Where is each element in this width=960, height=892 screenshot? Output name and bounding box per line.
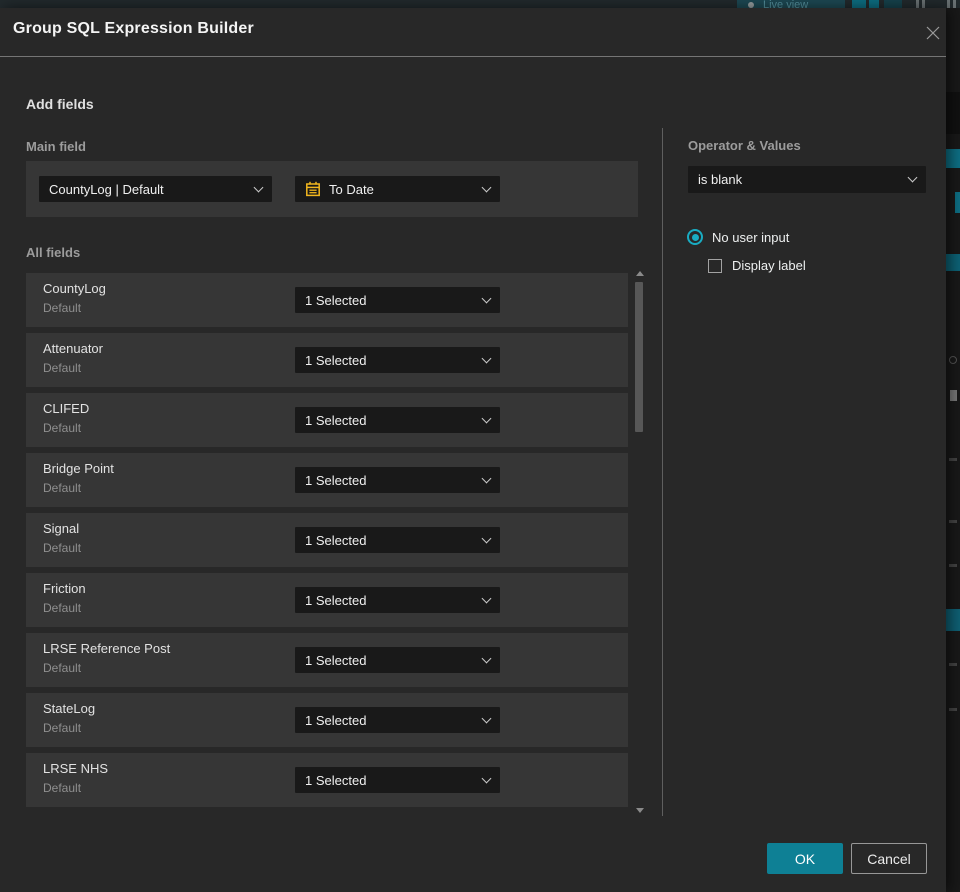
- field-subtitle: Default: [43, 601, 82, 615]
- chevron-down-icon: [907, 172, 918, 183]
- field-selected-dropdown[interactable]: 1 Selected: [295, 527, 500, 553]
- background-panel-fragment: [955, 192, 960, 213]
- field-subtitle: Default: [43, 421, 82, 435]
- field-subtitle: Default: [43, 661, 82, 675]
- column-divider: [662, 128, 663, 816]
- field-row: CountyLog Default 1 Selected: [26, 273, 628, 327]
- display-label-checkbox[interactable]: Display label: [708, 258, 806, 273]
- field-name: Attenuator: [43, 341, 103, 356]
- main-field-panel: CountyLog | Default To Date: [26, 161, 638, 217]
- all-fields-list: CountyLog Default 1 Selected Attenuator …: [26, 273, 628, 813]
- live-view-toggle[interactable]: Live view: [737, 0, 845, 8]
- field-row: Friction Default 1 Selected: [26, 573, 628, 627]
- background-panel-fragment: [946, 149, 960, 168]
- background-panel-fragment: [949, 708, 957, 711]
- chevron-down-icon: [481, 533, 492, 543]
- field-name: LRSE Reference Post: [43, 641, 171, 656]
- field-selected-dropdown[interactable]: 1 Selected: [295, 407, 500, 433]
- chevron-down-icon: [481, 713, 492, 723]
- chevron-down-icon: [481, 773, 492, 783]
- scrollbar-up-arrow-icon[interactable]: [636, 271, 644, 276]
- background-panel-fragment: [949, 564, 957, 567]
- background-panel-fragment: [949, 356, 957, 364]
- background-toolbar-fragment: [884, 0, 902, 8]
- field-row: Attenuator Default 1 Selected: [26, 333, 628, 387]
- field-subtitle: Default: [43, 301, 82, 315]
- field-selected-dropdown[interactable]: 1 Selected: [295, 587, 500, 613]
- field-name: CountyLog: [43, 281, 106, 296]
- field-name: Signal: [43, 521, 80, 536]
- field-name: Bridge Point: [43, 461, 114, 476]
- background-toolbar-fragment: [953, 0, 956, 8]
- add-fields-heading: Add fields: [26, 96, 94, 112]
- chevron-down-icon: [481, 293, 492, 303]
- background-toolbar-fragment: [916, 0, 919, 8]
- background-panel-fragment: [949, 458, 957, 461]
- background-panel-fragment: [950, 390, 957, 401]
- operator-values-label: Operator & Values: [688, 138, 801, 153]
- fields-list-scrollbar[interactable]: [633, 269, 647, 813]
- no-user-input-radio[interactable]: No user input: [687, 229, 789, 245]
- group-sql-expression-builder-dialog: Group SQL Expression Builder Add fields …: [0, 8, 946, 892]
- field-subtitle: Default: [43, 361, 82, 375]
- scrollbar-thumb[interactable]: [635, 282, 643, 432]
- field-row: LRSE Reference Post Default 1 Selected: [26, 633, 628, 687]
- field-name: Friction: [43, 581, 86, 596]
- main-field-field-dropdown[interactable]: To Date: [295, 176, 500, 202]
- scrollbar-down-arrow-icon[interactable]: [636, 808, 644, 813]
- no-user-input-label: No user input: [712, 229, 790, 245]
- background-panel-fragment: [946, 92, 960, 134]
- chevron-down-icon: [481, 593, 492, 603]
- chevron-down-icon: [481, 353, 492, 363]
- dialog-header: Group SQL Expression Builder: [0, 8, 946, 57]
- background-panel-fragment: [946, 254, 960, 271]
- field-row: StateLog Default 1 Selected: [26, 693, 628, 747]
- field-subtitle: Default: [43, 541, 82, 555]
- background-panel-fragment: [949, 663, 957, 666]
- cancel-button[interactable]: Cancel: [851, 843, 927, 874]
- field-row: CLIFED Default 1 Selected: [26, 393, 628, 447]
- close-button[interactable]: [920, 20, 946, 46]
- calendar-icon: [306, 181, 320, 197]
- field-row: Signal Default 1 Selected: [26, 513, 628, 567]
- ok-button[interactable]: OK: [767, 843, 843, 874]
- background-toolbar-fragment: [947, 0, 950, 8]
- field-name: StateLog: [43, 701, 96, 716]
- field-subtitle: Default: [43, 481, 82, 495]
- field-selected-dropdown[interactable]: 1 Selected: [295, 467, 500, 493]
- close-icon: [926, 26, 940, 40]
- main-field-label: Main field: [26, 139, 86, 154]
- display-label-label: Display label: [732, 258, 806, 273]
- background-panel-strip: [946, 8, 960, 892]
- chevron-down-icon: [481, 653, 492, 663]
- field-row: Bridge Point Default 1 Selected: [26, 453, 628, 507]
- background-toolbar-fragment: [922, 0, 925, 8]
- all-fields-label: All fields: [26, 245, 81, 260]
- background-panel-fragment: [949, 520, 957, 523]
- field-selected-dropdown[interactable]: 1 Selected: [295, 767, 500, 793]
- background-panel-fragment: [946, 609, 960, 631]
- chevron-down-icon: [253, 182, 264, 192]
- operator-dropdown[interactable]: is blank: [688, 166, 926, 193]
- field-selected-dropdown[interactable]: 1 Selected: [295, 347, 500, 373]
- field-selected-dropdown[interactable]: 1 Selected: [295, 647, 500, 673]
- field-subtitle: Default: [43, 781, 82, 795]
- chevron-down-icon: [481, 473, 492, 483]
- field-selected-dropdown[interactable]: 1 Selected: [295, 707, 500, 733]
- chevron-down-icon: [481, 182, 492, 192]
- dialog-title: Group SQL Expression Builder: [13, 20, 254, 37]
- main-field-source-dropdown[interactable]: CountyLog | Default: [39, 176, 272, 202]
- live-view-label: Live view: [763, 0, 809, 8]
- field-name: CLIFED: [43, 401, 90, 416]
- field-subtitle: Default: [43, 721, 82, 735]
- field-row: LRSE NHS Default 1 Selected: [26, 753, 628, 807]
- field-selected-dropdown[interactable]: 1 Selected: [295, 287, 500, 313]
- background-toolbar-strip: Live view: [0, 0, 960, 8]
- chevron-down-icon: [481, 413, 492, 423]
- radio-selected-icon: [687, 229, 703, 245]
- field-name: LRSE NHS: [43, 761, 109, 776]
- checkbox-icon: [708, 258, 722, 273]
- background-toolbar-fragment: [852, 0, 866, 8]
- background-toolbar-fragment: [869, 0, 879, 8]
